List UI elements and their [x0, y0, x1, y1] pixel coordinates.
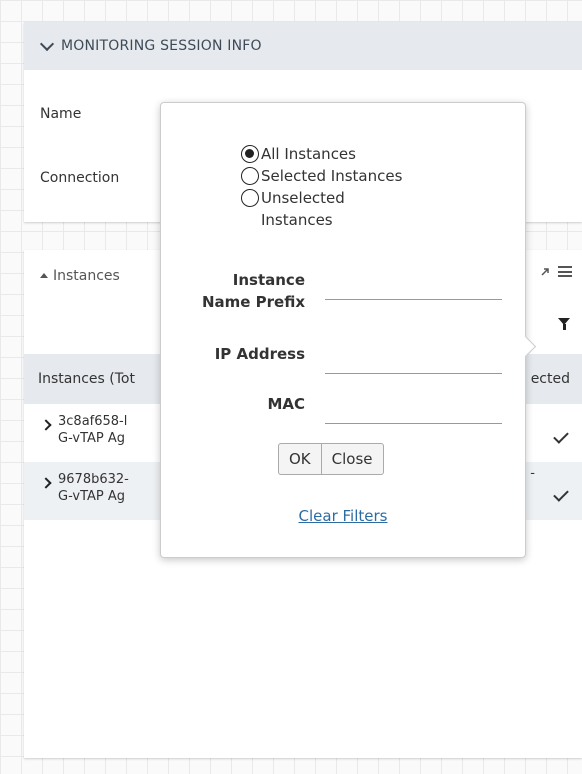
radio-checked-icon[interactable]: [241, 145, 259, 163]
collapse-triangle-icon: [40, 272, 48, 278]
selected-column-header[interactable]: ected: [531, 371, 570, 387]
checkmark-icon: [553, 486, 569, 502]
mac-input[interactable]: [325, 397, 502, 424]
instance-id: 3c8af658-l: [58, 414, 128, 429]
radio-label: Unselected Instances: [261, 189, 345, 229]
radio-unchecked-icon[interactable]: [241, 189, 259, 207]
mac-label: MAC: [267, 395, 305, 413]
ip-address-label: IP Address: [214, 345, 305, 363]
filter-popup: All Instances Selected Instances Unselec…: [160, 102, 537, 558]
monitoring-session-header[interactable]: MONITORING SESSION INFO: [24, 22, 582, 70]
radio-selected-instances[interactable]: Selected Instances: [241, 165, 451, 187]
ip-address-input[interactable]: [325, 347, 502, 374]
expand-icon[interactable]: [540, 267, 550, 277]
radio-unchecked-icon[interactable]: [241, 167, 259, 185]
radio-label: Selected Instances: [261, 167, 403, 185]
checkmark-icon: [553, 428, 569, 444]
menu-icon[interactable]: [558, 266, 572, 277]
radio-all-instances[interactable]: All Instances: [241, 143, 451, 165]
chevron-right-icon[interactable]: [40, 419, 52, 431]
ok-button[interactable]: OK: [278, 443, 321, 475]
name-label: Name: [40, 106, 82, 122]
radio-label: All Instances: [261, 145, 356, 163]
instances-column-header[interactable]: Instances (Tot: [38, 371, 135, 387]
instances-title: Instances: [53, 268, 120, 284]
chevron-right-icon[interactable]: [40, 477, 52, 489]
monitoring-session-title: MONITORING SESSION INFO: [61, 38, 262, 54]
popup-button-group: OK Close: [278, 443, 384, 475]
instance-name-prefix-input[interactable]: [325, 273, 502, 300]
clear-filters-link[interactable]: Clear Filters: [161, 507, 525, 525]
instance-radio-group: All Instances Selected Instances Unselec…: [241, 143, 451, 231]
chevron-down-icon: [39, 36, 55, 52]
close-button[interactable]: Close: [320, 443, 384, 475]
truncated-dash: -: [530, 466, 535, 481]
instance-name-prefix-label: Instance Name Prefix: [201, 271, 305, 311]
filter-icon[interactable]: [558, 318, 570, 330]
radio-unselected-instances[interactable]: Unselected Instances: [241, 187, 451, 231]
instance-type: G-vTAP Ag: [58, 489, 126, 504]
instance-id: 9678b632-: [58, 472, 129, 487]
instance-type: G-vTAP Ag: [58, 431, 126, 446]
connection-label: Connection: [40, 170, 120, 186]
